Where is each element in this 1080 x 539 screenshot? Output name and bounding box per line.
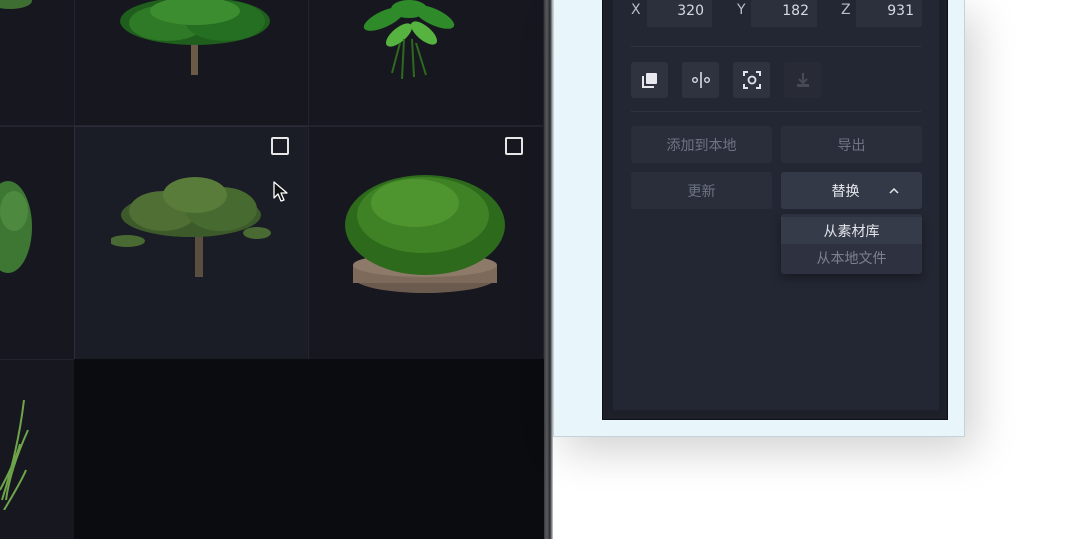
mouse-cursor-icon (273, 181, 288, 202)
asset-cell[interactable] (74, 0, 309, 126)
properties-panel: X 320 Y 182 Z 931 添加到本地 导出 更新 替换 从素材库 从本… (602, 0, 948, 420)
ground-align-button[interactable] (784, 62, 821, 98)
x-input[interactable]: 320 (647, 0, 712, 27)
y-input[interactable]: 182 (751, 0, 817, 27)
replace-label: 替换 (831, 183, 860, 200)
panel-splitter[interactable] (544, 0, 553, 539)
gallery-empty-area (74, 359, 544, 539)
layers-icon (641, 73, 657, 88)
menu-item-from-library[interactable]: 从素材库 (781, 217, 922, 244)
asset-gallery (0, 0, 544, 539)
add-to-local-button[interactable]: 添加到本地 (631, 126, 772, 163)
align-center-button[interactable] (682, 62, 719, 98)
y-label: Y (737, 2, 746, 18)
divider-line (631, 46, 921, 47)
select-checkbox[interactable] (505, 137, 523, 155)
export-button[interactable]: 导出 (781, 126, 922, 163)
plant-thumbnail (363, 0, 455, 80)
properties-window: X 320 Y 182 Z 931 添加到本地 导出 更新 替换 从素材库 从本… (553, 0, 965, 437)
properties-panel-content: X 320 Y 182 Z 931 添加到本地 导出 更新 替换 从素材库 从本… (613, 0, 939, 410)
grass-thumbnail (0, 399, 29, 510)
replace-menu: 从素材库 从本地文件 (781, 214, 922, 274)
tree-thumbnail (0, 0, 32, 9)
align-center-icon (691, 72, 710, 88)
asset-cell-selected[interactable] (74, 126, 309, 360)
layers-button[interactable] (631, 62, 668, 98)
z-label: Z (841, 2, 851, 18)
tree-thumbnail (120, 0, 270, 75)
ground-align-icon (796, 73, 809, 87)
menu-item-from-local-file[interactable]: 从本地文件 (781, 244, 922, 271)
x-label: X (631, 2, 641, 18)
z-input[interactable]: 931 (856, 0, 922, 27)
select-checkbox[interactable] (271, 137, 289, 155)
asset-cell[interactable] (0, 0, 75, 126)
divider-line (631, 111, 921, 112)
replace-dropdown-button[interactable]: 替换 (781, 172, 922, 209)
focus-frame-button[interactable] (733, 62, 770, 98)
focus-frame-icon (742, 71, 761, 89)
tree-thumbnail (0, 181, 32, 273)
asset-cell[interactable] (308, 0, 544, 126)
asset-cell[interactable] (0, 359, 75, 539)
shrub-thumbnail (345, 175, 505, 293)
asset-cell[interactable] (308, 126, 544, 360)
chevron-up-icon (889, 187, 899, 194)
asset-cell[interactable] (0, 126, 75, 360)
tree-thumbnail (111, 177, 271, 277)
update-button[interactable]: 更新 (631, 172, 772, 209)
